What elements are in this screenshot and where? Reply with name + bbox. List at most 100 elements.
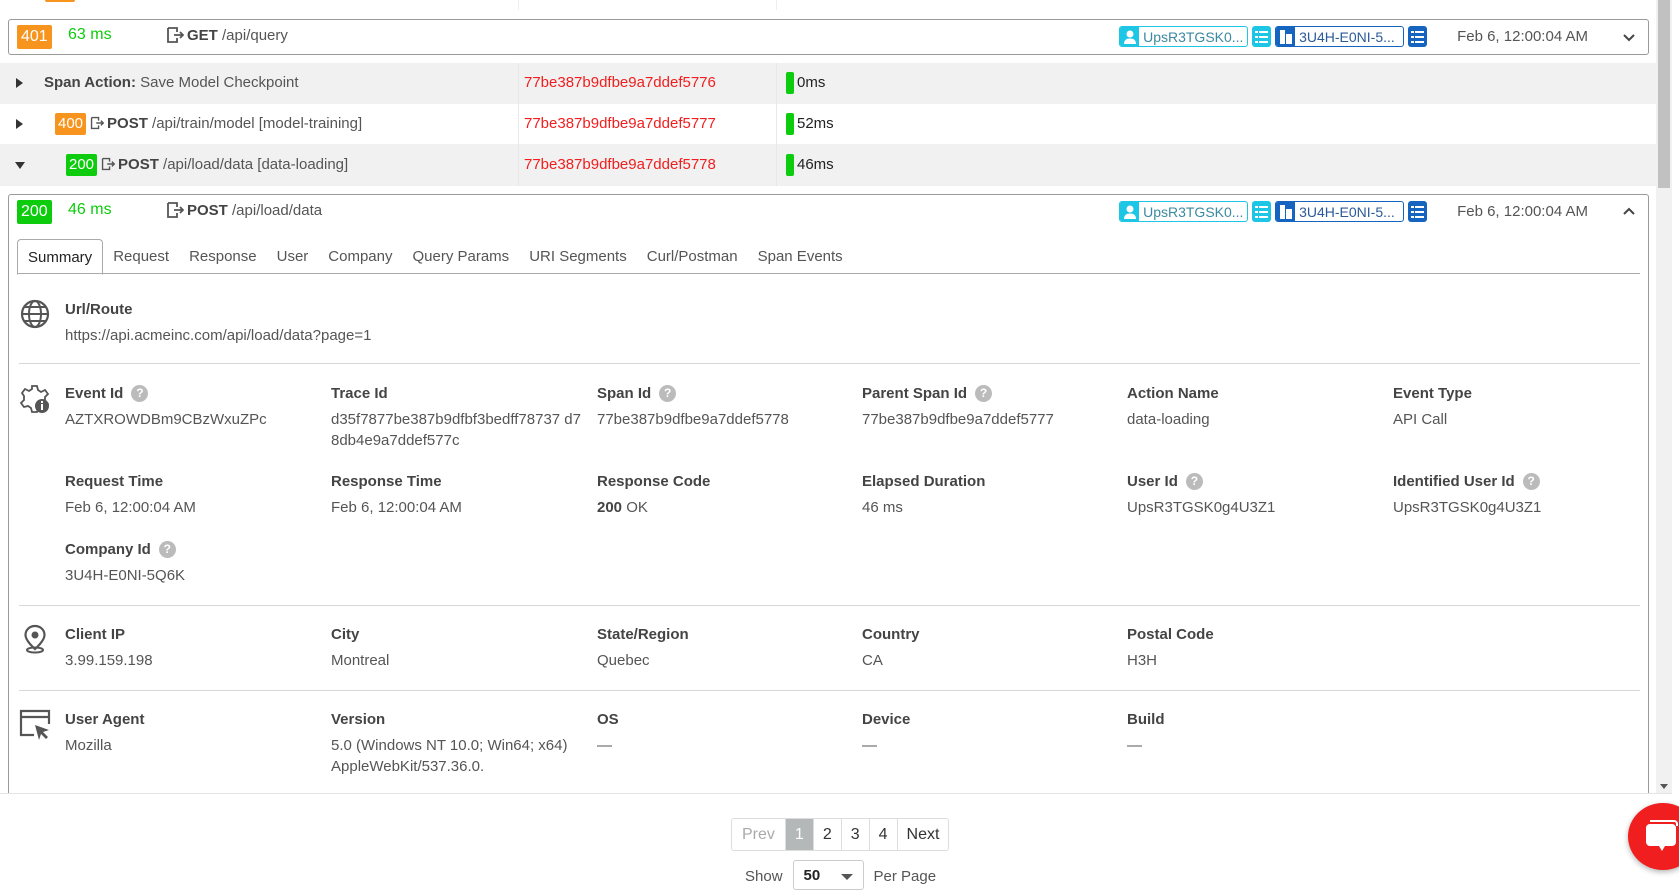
scrollbar[interactable]	[1656, 0, 1672, 793]
per-page-select[interactable]: 50	[792, 860, 864, 890]
span-id[interactable]: 77be387b9dfbe9a7ddef5776	[524, 74, 716, 91]
tab-uri-segments[interactable]: URI Segments	[519, 239, 637, 274]
company-details-icon[interactable]	[1408, 26, 1428, 47]
page-button-3[interactable]: 3	[840, 819, 869, 850]
route-arrow-icon	[90, 116, 105, 130]
company-chip[interactable]: 3U4H-E0NI-5...	[1275, 26, 1405, 47]
route-label: GET /api/query	[166, 26, 288, 44]
city-field: City Montreal	[331, 626, 390, 669]
http-method: POST	[107, 115, 148, 132]
per-page-label: Per Page	[873, 868, 937, 885]
build-field: Build —	[1127, 711, 1165, 754]
http-method: POST	[187, 202, 228, 219]
span-id[interactable]: 77be387b9dfbe9a7ddef5777	[524, 115, 716, 132]
tab-company[interactable]: Company	[318, 239, 402, 274]
help-icon[interactable]: ?	[1522, 473, 1540, 490]
tab-query-params[interactable]: Query Params	[402, 239, 519, 274]
route-arrow-icon	[167, 202, 184, 218]
company-icon	[1276, 202, 1296, 221]
tab-span-events[interactable]: Span Events	[748, 239, 853, 274]
country-field: Country CA	[862, 626, 920, 669]
section-divider	[19, 690, 1640, 691]
span-route: /api/load/data [data-loading]	[158, 156, 349, 173]
http-method: GET	[187, 27, 218, 44]
detail-tabs: Summary Request Response User Company Qu…	[17, 239, 1640, 275]
event-row-collapsed[interactable]: 401 63 ms GET /api/query UpsR3TGSK0... 3…	[8, 19, 1649, 55]
expand-triangle-icon[interactable]	[16, 78, 23, 88]
tab-request[interactable]: Request	[103, 239, 179, 274]
help-icon[interactable]: ?	[1185, 473, 1203, 490]
help-icon[interactable]: ?	[131, 385, 149, 402]
user-chip[interactable]: UpsR3TGSK0...	[1119, 26, 1249, 47]
span-row[interactable]: 200 POST /api/load/data [data-loading] 77…	[0, 145, 1658, 186]
tab-curl-postman[interactable]: Curl/Postman	[637, 239, 748, 274]
next-page-button[interactable]: Next	[896, 819, 949, 850]
identified-user-id-field: Identified User Id? UpsR3TGSK0g4U3Z1	[1393, 473, 1542, 516]
page-button-2[interactable]: 2	[812, 819, 841, 850]
help-icon[interactable]: ?	[158, 541, 176, 558]
span-duration: 52ms	[797, 115, 834, 132]
viewport-divider	[0, 793, 1672, 794]
tab-summary[interactable]: Summary	[17, 239, 104, 275]
user-chip[interactable]: UpsR3TGSK0...	[1119, 201, 1249, 222]
span-duration: 0ms	[797, 74, 826, 91]
request-path: /api/query	[222, 27, 288, 44]
route-label: POST /api/load/data	[166, 201, 322, 219]
page-button-1[interactable]: 1	[784, 819, 813, 850]
span-route: /api/train/model [model-training]	[147, 115, 363, 132]
span-action-name: Save Model Checkpoint	[135, 74, 299, 91]
section-divider	[19, 605, 1640, 606]
span-row[interactable]: Span Action: Save Model Checkpoint 77be3…	[0, 63, 1658, 104]
chat-launcher-button[interactable]	[1628, 803, 1679, 870]
settings-info-icon	[19, 385, 50, 413]
route-arrow-icon	[167, 27, 184, 43]
company-chip[interactable]: 3U4H-E0NI-5...	[1275, 201, 1405, 222]
tab-user[interactable]: User	[267, 239, 319, 274]
page-button-4[interactable]: 4	[868, 819, 897, 850]
user-details-icon[interactable]	[1252, 201, 1272, 222]
response-code-field: Response Code 200 OK	[597, 473, 711, 516]
action-name-field: Action Name data-loading	[1127, 385, 1219, 428]
user-agent-field: User Agent Mozilla	[65, 711, 145, 754]
browser-cursor-icon	[19, 709, 51, 740]
company-icon	[1276, 27, 1296, 46]
trace-id-field: Trace Id d35f7877be387b9dfbf3bedff78737 …	[331, 385, 581, 449]
elapsed-duration-field: Elapsed Duration 46 ms	[862, 473, 986, 516]
url-route-value: https://api.acmeinc.com/api/load/data?pa…	[65, 327, 372, 344]
version-field: Version 5.0 (Windows NT 10.0; Win64; x64…	[331, 711, 568, 775]
help-icon[interactable]: ?	[659, 385, 677, 402]
postal-code-field: Postal Code H3H	[1127, 626, 1214, 669]
state-region-field: State/Region Quebec	[597, 626, 689, 669]
os-field: OS —	[597, 711, 619, 754]
parent-span-id-field: Parent Span Id? 77be387b9dfbe9a7ddef5777	[862, 385, 1054, 428]
scroll-down-arrow-icon[interactable]	[1660, 784, 1668, 789]
chevron-down-icon[interactable]	[1620, 28, 1638, 46]
help-icon[interactable]: ?	[975, 385, 993, 402]
duration-bar	[786, 154, 794, 176]
event-detail-card: 200 46 ms POST /api/load/data UpsR3TGSK0…	[8, 194, 1649, 793]
location-pin-icon	[24, 624, 46, 654]
per-page-control: Show 50 Per Page	[745, 860, 936, 890]
status-badge: 200	[66, 154, 98, 176]
status-badge: 400	[55, 113, 87, 135]
collapse-triangle-icon[interactable]	[15, 162, 25, 169]
user-id-field: User Id? UpsR3TGSK0g4U3Z1	[1127, 473, 1276, 516]
event-timestamp: Feb 6, 12:00:04 AM	[1457, 203, 1588, 220]
company-details-icon[interactable]	[1408, 201, 1428, 222]
tab-response[interactable]: Response	[179, 239, 267, 274]
prev-page-button[interactable]: Prev	[732, 819, 785, 850]
user-icon	[1120, 202, 1140, 221]
chevron-up-icon[interactable]	[1620, 203, 1638, 221]
event-stream-viewport: 401 63 ms GET /api/query UpsR3TGSK0... 3…	[0, 0, 1679, 793]
expand-triangle-icon[interactable]	[16, 119, 23, 129]
column-divider	[518, 0, 519, 10]
column-divider	[776, 0, 777, 10]
event-type-field: Event Type API Call	[1393, 385, 1472, 428]
device-field: Device —	[862, 711, 911, 754]
span-row[interactable]: 400 POST /api/train/model [model-training…	[0, 104, 1658, 145]
user-details-icon[interactable]	[1252, 26, 1272, 47]
scrollbar-thumb[interactable]	[1658, 0, 1670, 188]
url-route-field: Url/Route https://api.acmeinc.com/api/lo…	[65, 301, 665, 346]
previous-row-badge	[45, 0, 75, 2]
span-id[interactable]: 77be387b9dfbe9a7ddef5778	[524, 156, 716, 173]
